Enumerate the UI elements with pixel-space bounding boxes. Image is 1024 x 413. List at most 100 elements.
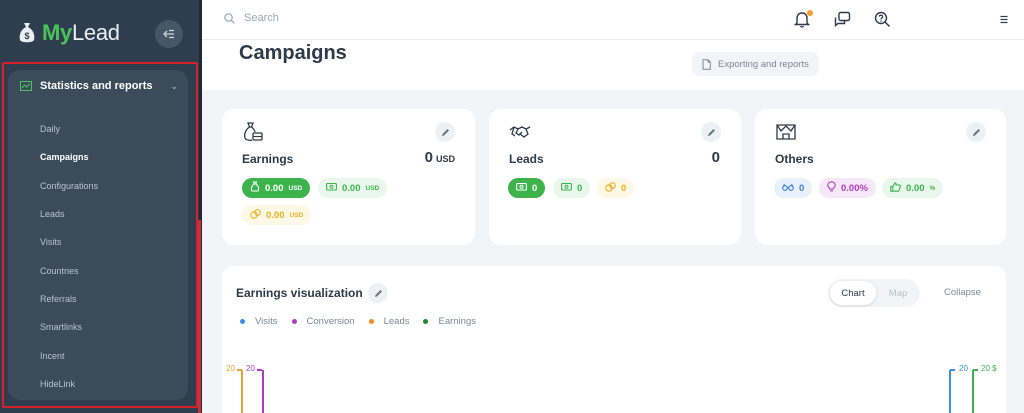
search-icon [224, 12, 235, 24]
document-icon [702, 58, 711, 70]
export-button[interactable]: Exporting and reports [692, 52, 819, 76]
axis-label-earnings: 20 $ [981, 364, 997, 373]
topbar [202, 0, 1024, 40]
others-pill-visits[interactable]: 0 [774, 178, 813, 198]
legend-label: Earnings [438, 316, 476, 327]
sidebar-scrollbar[interactable] [198, 220, 201, 413]
pencil-icon [441, 128, 449, 136]
logo-text: MyLead [42, 20, 120, 46]
legend-dot [368, 318, 374, 324]
search-input[interactable] [244, 12, 444, 24]
legend-dot [423, 318, 429, 324]
glasses-icon [782, 183, 794, 194]
page-title: Campaigns [239, 42, 347, 64]
earnings-pill-pending[interactable]: 0.00 USD [242, 205, 312, 225]
axis-label-leads: 20 [226, 364, 235, 373]
chat-icon[interactable] [834, 11, 852, 29]
legend-label: Leads [383, 316, 410, 327]
logo-my: My [42, 20, 72, 45]
sidebar: $ MyLead Statistics and reports ⌄ Daily … [0, 0, 202, 413]
leads-pill-pending[interactable]: 0 [597, 178, 635, 198]
pill-value: 0.00 [342, 182, 361, 194]
money-bag-icon [243, 122, 263, 141]
pill-unit: % [859, 182, 868, 194]
leads-pill-approved[interactable]: 0 [553, 178, 591, 198]
cash-icon [326, 182, 337, 194]
pill-unit: % [929, 184, 936, 192]
logo-lead: Lead [71, 20, 120, 45]
pill-unit: USD [365, 184, 380, 192]
pill-value: 0 [532, 182, 538, 194]
search [224, 12, 444, 24]
leads-title: Leads [509, 152, 544, 166]
pill-value: 0 [621, 182, 627, 194]
axis-tick-visits [950, 369, 955, 371]
others-card: Others 0 0.00% 0.00 % [755, 109, 1006, 245]
view-toggle: Chart Map [828, 279, 920, 307]
leads-card: Leads 0 0 0 0 [489, 109, 741, 245]
notification-badge [807, 10, 813, 16]
earnings-pill-total[interactable]: 0.00 USD [242, 178, 311, 198]
support-icon[interactable] [874, 11, 892, 29]
money-bag-icon [250, 181, 260, 195]
axis-label-conversion: 20 [246, 364, 255, 373]
pill-value: 0 [577, 182, 583, 194]
pill-value: 0.00 [266, 209, 285, 221]
axis-line-leads [241, 370, 243, 413]
collapse-button[interactable]: Collapse [944, 287, 981, 298]
earnings-visualization-panel: Earnings visualization Chart Map Collaps… [222, 266, 1006, 413]
legend-dot [291, 318, 297, 324]
tab-chart[interactable]: Chart [830, 281, 876, 305]
edit-button[interactable] [368, 283, 388, 303]
pencil-icon [972, 128, 980, 136]
axis-line-earnings [972, 370, 974, 413]
pill-unit: USD [289, 211, 304, 219]
others-pill-approval[interactable]: 0.00 % [882, 178, 944, 198]
shop-icon [776, 124, 796, 140]
legend-item-visits[interactable]: Visits [240, 316, 278, 327]
earnings-title: Earnings [242, 152, 294, 166]
legend-label: Visits [255, 316, 278, 327]
sidebar-collapse-button[interactable] [155, 20, 183, 48]
pencil-icon [374, 289, 382, 297]
edit-button[interactable] [966, 122, 986, 142]
chart-title: Earnings visualization [236, 286, 363, 300]
bulb-icon [827, 181, 836, 195]
leads-pill-total[interactable]: 0 [508, 178, 546, 198]
coins-icon [250, 208, 261, 222]
legend-dot [240, 318, 245, 324]
highlight-box [2, 62, 198, 408]
pill-value: 0.00 [265, 182, 284, 194]
page-header: Campaigns Exporting and reports [202, 40, 1024, 90]
pencil-icon [707, 128, 715, 136]
chat-shape-icon [834, 11, 851, 27]
export-label: Exporting and reports [718, 58, 809, 70]
earnings-unit: USD [435, 154, 455, 164]
axis-line-visits [949, 370, 951, 413]
menu-icon[interactable] [1000, 11, 1008, 29]
legend-label: Conversion [306, 316, 355, 327]
legend-item-conversion[interactable]: Conversion [291, 316, 355, 327]
thumbs-up-icon [890, 181, 901, 195]
money-bag-icon: $ [19, 23, 35, 43]
others-title: Others [775, 152, 814, 166]
pill-value: 0.00 [906, 182, 925, 194]
leads-value: 0 [711, 149, 720, 166]
hamburger-icon [1000, 15, 1008, 24]
tab-map[interactable]: Map [878, 281, 918, 305]
logo[interactable]: $ MyLead [18, 20, 120, 46]
legend-item-leads[interactable]: Leads [368, 316, 410, 327]
earnings-pill-approved[interactable]: 0.00 USD [318, 178, 388, 198]
cash-icon [561, 182, 572, 194]
earnings-value: 0 USD [425, 149, 455, 166]
axis-line-conversion [262, 370, 264, 413]
edit-button[interactable] [435, 122, 455, 142]
edit-button[interactable] [701, 122, 721, 142]
legend-item-earnings[interactable]: Earnings [423, 316, 476, 327]
pill-value: 0.00% [841, 183, 868, 194]
svg-text:$: $ [24, 31, 29, 41]
collapse-arrow-icon [163, 29, 174, 39]
coins-icon [605, 181, 616, 195]
others-pill-conversion[interactable]: 0.00% [819, 178, 876, 198]
bell-icon[interactable] [793, 10, 813, 29]
